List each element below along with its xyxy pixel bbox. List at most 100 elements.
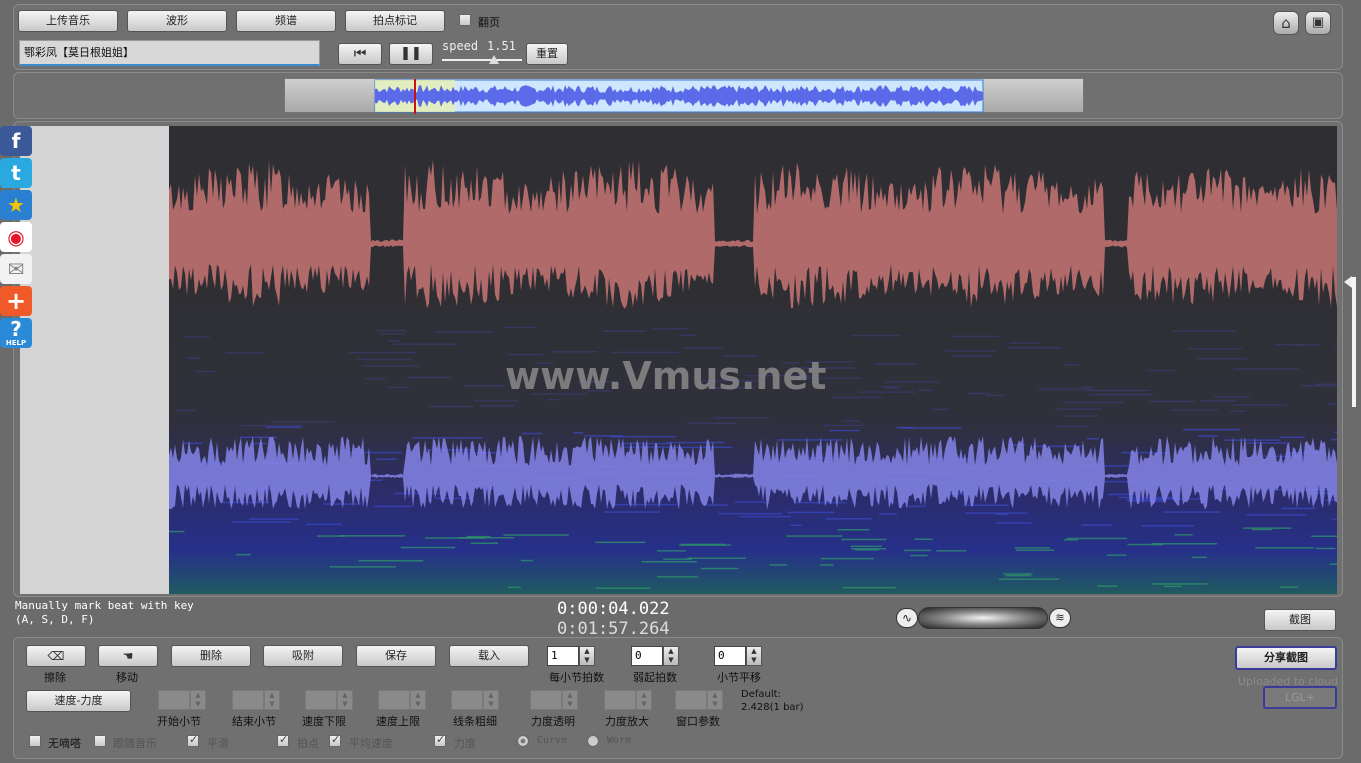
harmonic-streak bbox=[1198, 435, 1218, 437]
favorite-star-icon[interactable]: ★ bbox=[0, 190, 32, 220]
param-window-arrows[interactable]: ▲ ▼ bbox=[707, 690, 723, 710]
upload-music-button[interactable]: 上传音乐 bbox=[18, 10, 118, 32]
vertical-scrollbar[interactable] bbox=[1352, 277, 1356, 407]
param-line-width-value[interactable] bbox=[451, 690, 483, 710]
weak-beat-arrows[interactable]: ▲ ▼ bbox=[663, 646, 679, 666]
param-start-bar[interactable]: ▲ ▼ bbox=[158, 690, 206, 710]
avg-speed-checkbox[interactable] bbox=[329, 733, 341, 747]
reset-button[interactable]: 重置 bbox=[526, 43, 568, 65]
param-end-bar-value[interactable] bbox=[232, 690, 264, 710]
add-plus-icon[interactable]: + bbox=[0, 286, 32, 316]
screenshot-button[interactable]: 截图 bbox=[1264, 609, 1336, 631]
speed-slider[interactable] bbox=[442, 55, 522, 65]
spectrum-mode-icon[interactable]: ≋ bbox=[1049, 608, 1071, 628]
param-dyn-alpha-value[interactable] bbox=[530, 690, 562, 710]
waveform-mode-icon[interactable]: ∿ bbox=[896, 608, 918, 628]
param-line-width[interactable]: ▲ ▼ bbox=[451, 690, 499, 710]
param-speed-min[interactable]: ▲ ▼ bbox=[305, 690, 353, 710]
weibo-icon[interactable]: ◉ bbox=[0, 222, 32, 252]
param-start-bar-arrows[interactable]: ▲ ▼ bbox=[190, 690, 206, 710]
harmonic-streak bbox=[184, 336, 210, 338]
beat-checkbox[interactable] bbox=[277, 733, 289, 747]
param-dyn-scale[interactable]: ▲ ▼ bbox=[604, 690, 652, 710]
dynamics-checkbox[interactable] bbox=[434, 733, 446, 747]
param-speed-max-value[interactable] bbox=[378, 690, 410, 710]
param-dyn-scale-value[interactable] bbox=[604, 690, 636, 710]
harmonic-streak bbox=[1246, 442, 1290, 444]
param-dyn-alpha[interactable]: ▲ ▼ bbox=[530, 690, 578, 710]
scroll-arrow-icon[interactable] bbox=[1344, 276, 1352, 288]
facebook-icon[interactable]: f bbox=[0, 126, 32, 156]
speed-slider-thumb[interactable] bbox=[489, 55, 499, 64]
param-start-bar-value[interactable] bbox=[158, 690, 190, 710]
email-icon[interactable]: ✉ bbox=[0, 254, 32, 284]
delete-button[interactable]: 删除 bbox=[171, 645, 251, 667]
beat-mark-button[interactable]: 拍点标记 bbox=[345, 10, 445, 32]
spectrum-button[interactable]: 频谱 bbox=[236, 10, 336, 32]
follow-music-checkbox[interactable] bbox=[94, 735, 106, 747]
worm-radio[interactable] bbox=[587, 735, 599, 747]
param-window-value[interactable] bbox=[675, 690, 707, 710]
harmonic-streak bbox=[1014, 547, 1050, 549]
harmonic-streak bbox=[1301, 385, 1337, 387]
beats-per-bar-stepper[interactable]: 1 ▲ ▼ bbox=[547, 646, 595, 666]
harmonic-streak bbox=[1151, 583, 1208, 585]
waveform-button[interactable]: 波形 bbox=[127, 10, 227, 32]
curve-radio[interactable] bbox=[517, 735, 529, 747]
harmonic-streak bbox=[795, 501, 848, 504]
pause-button[interactable]: ❚❚ bbox=[389, 43, 433, 65]
param-speed-min-value[interactable] bbox=[305, 690, 337, 710]
param-end-bar[interactable]: ▲ ▼ bbox=[232, 690, 280, 710]
bar-shift-arrows[interactable]: ▲ ▼ bbox=[746, 646, 762, 666]
flip-page-checkbox[interactable] bbox=[459, 14, 471, 26]
param-end-bar-arrows[interactable]: ▲ ▼ bbox=[264, 690, 280, 710]
twitter-icon[interactable]: t bbox=[0, 158, 32, 188]
volume-slider[interactable] bbox=[918, 607, 1048, 629]
move-button[interactable]: ☚ bbox=[98, 645, 158, 667]
load-button[interactable]: 载入 bbox=[449, 645, 529, 667]
bar-shift-stepper[interactable]: 0 ▲ ▼ bbox=[714, 646, 762, 666]
overview-track[interactable] bbox=[284, 78, 1084, 114]
param-window[interactable]: ▲ ▼ bbox=[675, 690, 723, 710]
erase-button[interactable]: ⌫ bbox=[26, 645, 86, 667]
param-speed-max[interactable]: ▲ ▼ bbox=[378, 690, 426, 710]
harmonic-streak bbox=[379, 333, 405, 335]
param-line-width-arrows[interactable]: ▲ ▼ bbox=[483, 690, 499, 710]
harmonic-streak bbox=[1064, 415, 1098, 417]
param-speed-min-arrows[interactable]: ▲ ▼ bbox=[337, 690, 353, 710]
save-button[interactable]: 保存 bbox=[356, 645, 436, 667]
smooth-checkbox[interactable] bbox=[187, 733, 199, 747]
harmonic-streak bbox=[169, 530, 185, 533]
harmonic-streak bbox=[996, 522, 1032, 524]
rewind-button[interactable]: ⏮ bbox=[338, 43, 382, 65]
bar-shift-value[interactable]: 0 bbox=[714, 646, 746, 666]
track-title-field[interactable]: 鄂彩凤【莫日根姐姐】 bbox=[19, 40, 320, 66]
harmonic-streak bbox=[851, 334, 901, 337]
speed-label: speed bbox=[442, 39, 479, 53]
attach-button[interactable]: 吸附 bbox=[263, 645, 343, 667]
fullscreen-icon[interactable]: ▣ bbox=[1305, 11, 1331, 35]
harmonic-streak bbox=[240, 424, 304, 427]
harmonic-streak bbox=[1251, 528, 1273, 531]
harmonic-streak bbox=[968, 392, 990, 395]
param-speed-max-arrows[interactable]: ▲ ▼ bbox=[410, 690, 426, 710]
weak-beat-stepper[interactable]: 0 ▲ ▼ bbox=[631, 646, 679, 666]
share-screenshot-button[interactable]: 分享截图 bbox=[1235, 646, 1337, 670]
no-tick-checkbox[interactable] bbox=[29, 735, 41, 747]
harmonic-streak bbox=[854, 549, 880, 551]
harmonic-streak bbox=[1172, 330, 1237, 332]
param-dyn-scale-arrows[interactable]: ▲ ▼ bbox=[636, 690, 652, 710]
lgl-button[interactable]: LGL+ bbox=[1263, 686, 1337, 709]
harmonic-streak bbox=[1162, 511, 1221, 513]
harmonic-streak bbox=[1224, 439, 1281, 441]
harmonic-streak bbox=[884, 381, 940, 383]
param-dyn-alpha-arrows[interactable]: ▲ ▼ bbox=[562, 690, 578, 710]
home-icon[interactable]: ⌂ bbox=[1273, 11, 1299, 35]
beats-per-bar-arrows[interactable]: ▲ ▼ bbox=[579, 646, 595, 666]
beats-per-bar-value[interactable]: 1 bbox=[547, 646, 579, 666]
harmonic-streak bbox=[679, 544, 732, 546]
spectrogram-canvas[interactable]: www.Vmus.net bbox=[169, 126, 1337, 594]
help-icon[interactable]: ? HELP bbox=[0, 318, 32, 348]
weak-beat-value[interactable]: 0 bbox=[631, 646, 663, 666]
harmonic-streak bbox=[236, 553, 251, 556]
